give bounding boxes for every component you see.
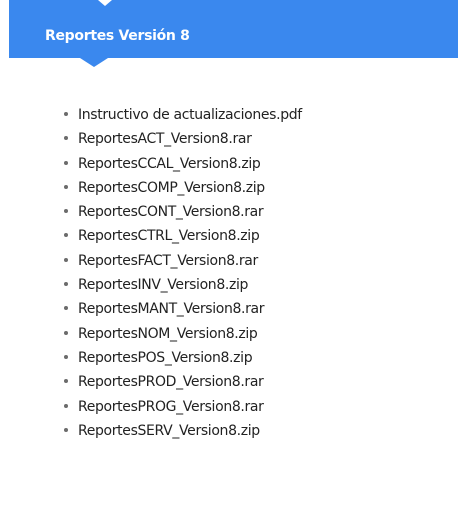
file-download-link[interactable]: ReportesSERV_Version8.zip <box>78 423 260 439</box>
bullet-icon <box>64 379 68 384</box>
bullet-icon <box>64 282 68 287</box>
file-download-link[interactable]: ReportesCOMP_Version8.zip <box>78 180 265 196</box>
bullet-icon <box>64 136 68 141</box>
file-list-item: ReportesCCAL_Version8.zip <box>0 153 302 177</box>
file-download-link[interactable]: ReportesPROD_Version8.rar <box>78 374 264 390</box>
bullet-icon <box>64 427 68 432</box>
file-list-item: ReportesINV_Version8.zip <box>0 274 302 298</box>
file-list-item: ReportesACT_Version8.rar <box>0 128 302 152</box>
file-download-link[interactable]: ReportesPOS_Version8.zip <box>78 350 253 366</box>
section-header-banner: Reportes Versión 8 <box>9 0 458 58</box>
banner-notch <box>98 0 112 6</box>
file-list-item: ReportesSERV_Version8.zip <box>0 420 302 444</box>
file-list-item: ReportesCTRL_Version8.zip <box>0 225 302 249</box>
bullet-icon <box>64 257 68 262</box>
file-list-item: ReportesMANT_Version8.rar <box>0 298 302 322</box>
banner-pointer <box>80 58 108 67</box>
file-list-item: ReportesCOMP_Version8.zip <box>0 177 302 201</box>
file-list-item: ReportesCONT_Version8.rar <box>0 201 302 225</box>
bullet-icon <box>64 184 68 189</box>
file-list-item: ReportesFACT_Version8.rar <box>0 250 302 274</box>
bullet-icon <box>64 160 68 165</box>
file-list-item: ReportesPROD_Version8.rar <box>0 371 302 395</box>
file-list-item: ReportesPROG_Version8.rar <box>0 396 302 420</box>
bullet-icon <box>64 354 68 359</box>
file-download-link[interactable]: ReportesCCAL_Version8.zip <box>78 156 261 172</box>
section-title: Reportes Versión 8 <box>45 28 190 44</box>
file-list-item: ReportesNOM_Version8.zip <box>0 323 302 347</box>
file-list-item: ReportesPOS_Version8.zip <box>0 347 302 371</box>
bullet-icon <box>64 403 68 408</box>
file-list: Instructivo de actualizaciones.pdf Repor… <box>0 104 302 444</box>
file-download-link[interactable]: ReportesCONT_Version8.rar <box>78 204 264 220</box>
file-download-link[interactable]: ReportesMANT_Version8.rar <box>78 301 265 317</box>
file-list-item: Instructivo de actualizaciones.pdf <box>0 104 302 128</box>
bullet-icon <box>64 330 68 335</box>
file-download-link[interactable]: ReportesINV_Version8.zip <box>78 277 248 293</box>
bullet-icon <box>64 112 68 116</box>
downloads-page: Reportes Versión 8 Instructivo de actual… <box>0 0 468 521</box>
file-download-link[interactable]: ReportesPROG_Version8.rar <box>78 399 264 415</box>
bullet-icon <box>64 306 68 311</box>
file-download-link[interactable]: ReportesACT_Version8.rar <box>78 131 252 147</box>
file-download-link[interactable]: ReportesCTRL_Version8.zip <box>78 228 260 244</box>
bullet-icon <box>64 233 68 238</box>
file-download-link[interactable]: ReportesNOM_Version8.zip <box>78 326 258 342</box>
file-download-link[interactable]: Instructivo de actualizaciones.pdf <box>78 107 302 123</box>
bullet-icon <box>64 209 68 214</box>
file-download-link[interactable]: ReportesFACT_Version8.rar <box>78 253 258 269</box>
